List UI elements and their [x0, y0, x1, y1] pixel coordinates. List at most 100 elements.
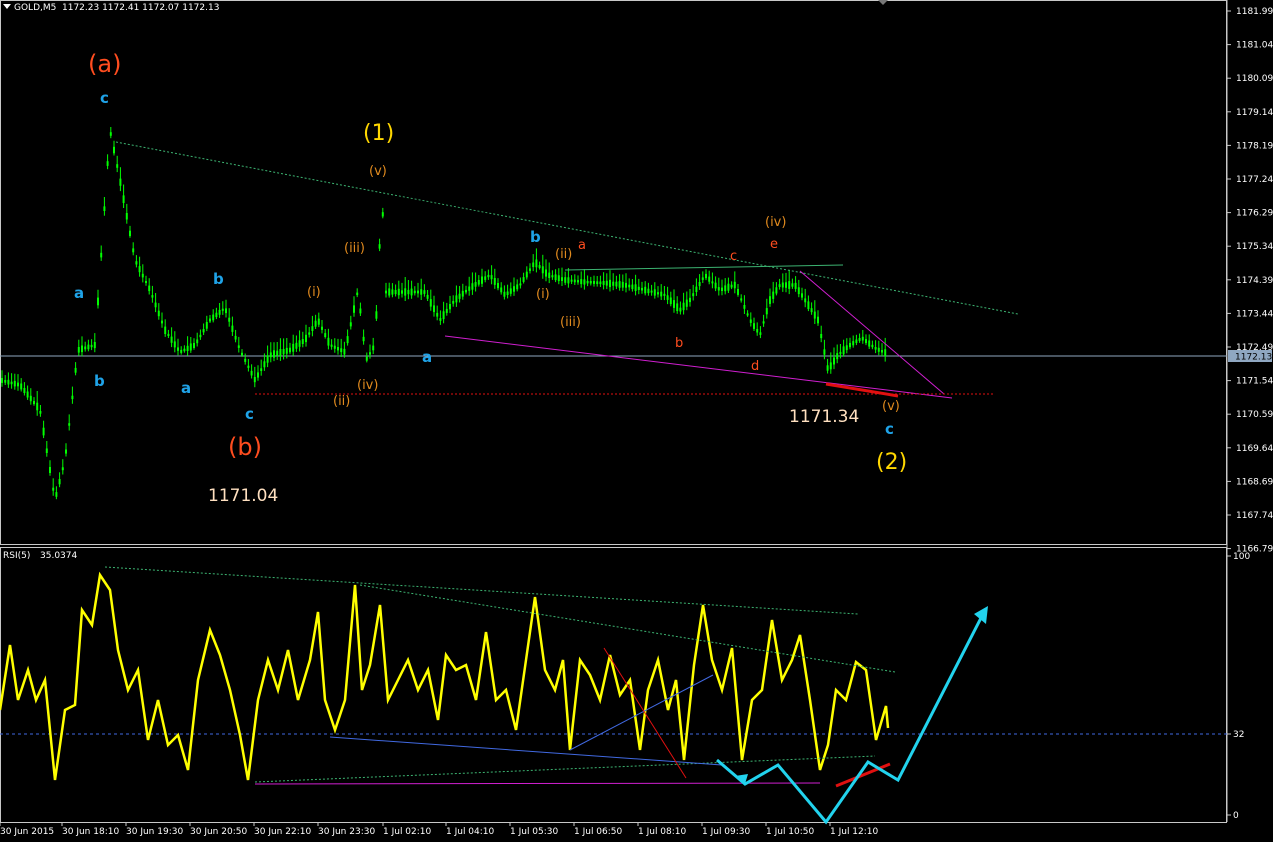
candle-body: [877, 347, 880, 352]
candle-body: [551, 275, 554, 278]
candle-body: [500, 287, 503, 293]
minor-wave-label: (iv): [357, 378, 378, 393]
candle-body: [292, 343, 295, 352]
price-tick-label: 1181.99: [1236, 7, 1273, 17]
candle-body: [561, 277, 563, 281]
candle-body: [119, 178, 122, 186]
candle-body: [580, 279, 583, 285]
candle-body: [570, 279, 573, 282]
candle-body: [365, 356, 368, 361]
candle-body: [407, 289, 410, 295]
candle-body: [49, 467, 51, 473]
candle-body: [762, 321, 765, 324]
candle-body: [849, 342, 851, 348]
time-tick-label: 1 Jul 06:50: [574, 827, 623, 837]
candle-body: [538, 265, 541, 269]
candle-body: [212, 314, 215, 321]
candle-body: [682, 302, 685, 311]
candle-body: [308, 332, 311, 335]
candle-body: [660, 291, 663, 297]
rsi-magenta-base-line: [254, 782, 821, 785]
candle-body: [77, 347, 80, 353]
wave-b-label: (b): [228, 433, 262, 461]
candle-body: [842, 346, 845, 355]
candle-body: [781, 282, 784, 288]
wave-2-label: (2): [876, 450, 907, 475]
candle-body: [301, 339, 304, 344]
candle-body: [314, 320, 317, 327]
candle-body: [855, 339, 858, 343]
time-tick-label: 30 Jun 2015: [0, 827, 54, 837]
candle-body: [58, 479, 61, 485]
price-tick-label: 1174.39: [1236, 276, 1273, 286]
candle-body: [417, 290, 419, 294]
candle-body: [698, 282, 701, 287]
candle-body: [861, 336, 864, 341]
candle-body: [39, 411, 42, 414]
minor-wave-label: (v): [369, 164, 387, 179]
candle-body: [759, 332, 762, 335]
rsi-cyan-projection-path: [716, 613, 985, 825]
candle-body: [836, 353, 839, 360]
candle-body: [589, 281, 592, 284]
candle-body: [602, 281, 605, 285]
candle-body: [295, 342, 298, 349]
candle-body: [170, 336, 173, 343]
candle-body: [692, 293, 695, 297]
rsi-axis: 100 32 0: [1227, 552, 1250, 821]
blue-wave-label: c: [885, 420, 894, 438]
candle-body: [858, 338, 861, 341]
candle-body: [244, 358, 247, 362]
candle-body: [497, 283, 499, 289]
candle-body: [337, 347, 339, 351]
candle-body: [276, 350, 279, 356]
candle-body: [807, 301, 810, 310]
candle-body: [209, 318, 211, 322]
candle-body: [509, 288, 512, 294]
candle-body: [615, 281, 618, 287]
candle-body: [810, 308, 813, 313]
candle-body: [177, 347, 179, 351]
candle-body: [145, 281, 147, 283]
candle-body: [618, 281, 621, 288]
candle-body: [765, 308, 768, 315]
candle-body: [381, 212, 384, 217]
chart-canvas[interactable]: 1181.99 1181.04 1180.09 1179.14 1178.19 1177.…: [0, 0, 1273, 842]
candle-body: [804, 298, 807, 303]
candle-body: [820, 334, 823, 339]
candle-body: [285, 347, 288, 354]
candle-body: [375, 311, 378, 319]
candle-body: [701, 277, 704, 280]
candle-body: [826, 365, 829, 371]
candle-body: [676, 303, 679, 311]
candle-body: [801, 293, 803, 298]
time-tick-label: 1 Jul 02:10: [383, 827, 432, 837]
candle-body: [17, 382, 19, 387]
red-wave-letter: a: [578, 238, 586, 253]
candle-body: [721, 287, 723, 291]
candle-body: [625, 282, 627, 288]
candle-body: [193, 343, 195, 348]
level-label-1171-34: 1171.34: [789, 407, 859, 427]
candle-body: [122, 195, 125, 203]
candle-body: [708, 276, 711, 282]
candle-body: [474, 282, 477, 287]
candle-body: [231, 325, 234, 332]
minor-wave-label: (i): [536, 287, 550, 302]
candle-body: [481, 276, 483, 284]
green-upper-trendline: [115, 141, 1019, 315]
candle-body: [717, 287, 720, 291]
rsi-red-thin-line: [603, 647, 687, 779]
candle-body: [724, 285, 727, 292]
candle-body: [490, 275, 493, 280]
candle-body: [7, 379, 10, 385]
price-tick-label: 1170.59: [1236, 410, 1273, 420]
candle-body: [97, 297, 99, 306]
rsi-green-mid-trendline: [359, 584, 896, 673]
chart-shift-marker-icon[interactable]: [878, 0, 888, 5]
candle-body: [289, 347, 291, 353]
rsi-cyan-arrowhead-icon: [974, 606, 988, 624]
time-tick-label: 1 Jul 05:30: [510, 827, 559, 837]
candle-body: [250, 370, 253, 376]
candle-body: [612, 281, 615, 286]
